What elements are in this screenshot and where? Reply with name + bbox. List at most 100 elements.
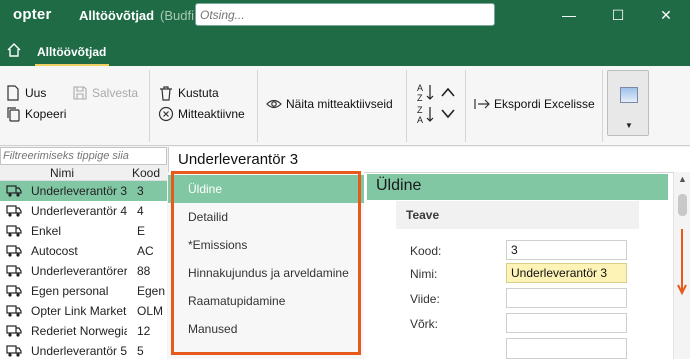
name-field[interactable]: Underleverantör 3	[506, 263, 627, 283]
tab-label: Üldine	[188, 182, 223, 196]
scroll-down-arrow-icon	[677, 229, 687, 296]
list-item[interactable]: Egen personal Egen	[0, 281, 167, 301]
tab-item[interactable]: Manused	[168, 315, 364, 343]
window-title: Alltöövõtjad	[79, 8, 155, 23]
list-item-code: 12	[137, 324, 151, 338]
chevron-up-icon[interactable]	[440, 86, 456, 98]
tab-label: Detailid	[188, 210, 229, 224]
list-item[interactable]: Rederiet Norwegia 12	[0, 321, 167, 341]
home-icon[interactable]	[6, 42, 22, 58]
close-button[interactable]: ✕	[643, 0, 689, 30]
scroll-up-icon[interactable]: ▲	[678, 174, 687, 184]
toolbar-separator	[149, 70, 150, 142]
tab-item[interactable]: Üldine	[168, 175, 364, 203]
detail-tab-list: Üldine Detailid *Emissions Hinnakujundus ja…	[168, 172, 364, 359]
x-circle-icon	[158, 106, 174, 122]
subcontractor-icon	[6, 325, 22, 337]
scrollbar-thumb[interactable]	[678, 194, 687, 216]
tab-item[interactable]: Detailid	[168, 203, 364, 231]
tab-alltoovotjad[interactable]: Alltöövõtjad	[37, 45, 106, 59]
list-item[interactable]: Opter Link Market OLM	[0, 301, 167, 321]
list-item-name: Autocost	[31, 244, 78, 258]
extra-field[interactable]	[506, 338, 627, 359]
delete-button[interactable]: Kustuta	[158, 85, 219, 101]
subcontractor-icon	[6, 285, 22, 297]
picture-icon	[620, 87, 638, 103]
export-excel-button[interactable]: Ekspordi Excelisse	[474, 96, 595, 112]
column-header-name[interactable]: Nimi	[50, 166, 74, 180]
minimize-button[interactable]: —	[546, 0, 592, 30]
inactive-label: Mitteaktiivne	[178, 107, 245, 121]
list-item-name: Rederiet Norwegia	[31, 324, 127, 338]
column-header-code[interactable]: Kood	[132, 166, 160, 180]
new-label: Uus	[25, 86, 47, 100]
toolbar-separator	[602, 70, 603, 142]
list-item-name: Enkel	[31, 224, 62, 238]
copy-label: Kopeeri	[25, 107, 67, 121]
list-item[interactable]: Underleverantör 3 3	[0, 181, 167, 201]
toolbar: Uus Salvesta Kopeeri Kustuta Mitteaktiiv…	[0, 66, 690, 146]
reference-field[interactable]	[506, 288, 627, 308]
list-header: Nimi Kood	[0, 165, 167, 181]
svg-text:Z: Z	[417, 105, 423, 115]
new-button[interactable]: Uus	[5, 85, 46, 101]
dropdown-arrow-icon: ▼	[625, 121, 633, 130]
code-field[interactable]: 3	[506, 240, 627, 260]
list-item-code: AC	[137, 244, 154, 258]
save-button[interactable]: Salvesta	[72, 85, 138, 101]
list-item[interactable]: Enkel E	[0, 221, 167, 241]
field-label-code: Kood:	[410, 244, 442, 258]
app-logo: opter	[13, 6, 52, 23]
subcontractor-icon	[6, 345, 22, 357]
list-item[interactable]: Underleverantörer 88	[0, 261, 167, 281]
subcontractor-icon	[6, 185, 22, 197]
list-item-code: OLM	[137, 304, 164, 318]
network-field[interactable]	[506, 313, 627, 333]
list-item-name: Egen personal	[31, 284, 109, 298]
subcontractor-icon	[6, 225, 22, 237]
list-item-code: E	[137, 224, 146, 238]
chevron-down-icon[interactable]	[440, 108, 456, 120]
list-item[interactable]: Underleverantör 4 4	[0, 201, 167, 221]
section-title: Üldine	[376, 177, 422, 194]
group-title: Teave	[406, 208, 440, 222]
subcontractor-list[interactable]: Underleverantör 3 3 Underleverantör 4 4 Enke…	[0, 181, 167, 359]
list-item-code: Egen	[137, 284, 165, 298]
copy-button[interactable]: Kopeeri	[5, 106, 66, 122]
maximize-button[interactable]: ☐	[595, 0, 641, 30]
export-arrow-icon	[474, 99, 490, 109]
svg-text:A: A	[417, 83, 423, 93]
list-item-name: Underleverantörer	[31, 264, 127, 278]
list-item[interactable]: Autocost AC	[0, 241, 167, 261]
view-options-button[interactable]: ▼	[607, 70, 649, 136]
list-item-name: Underleverantör 3	[31, 184, 127, 198]
section-header: Üldine	[367, 174, 668, 200]
field-label-reference: Viide:	[410, 292, 440, 306]
field-label-network: Võrk:	[410, 317, 439, 331]
detail-title: Underleverantör 3	[178, 151, 299, 168]
eye-icon	[266, 99, 282, 109]
list-item-name: Underleverantör 5	[31, 344, 127, 358]
tab-item[interactable]: Raamatupidamine	[168, 287, 364, 315]
window-subtitle: (Budfi	[160, 8, 194, 23]
tab-item[interactable]: Hinnakujundus ja arveldamine	[168, 259, 364, 287]
inactive-button[interactable]: Mitteaktiivne	[158, 106, 245, 122]
show-inactive-button[interactable]: Näita mitteaktiivseid	[266, 96, 393, 112]
save-label: Salvesta	[92, 86, 139, 100]
new-document-icon	[7, 85, 19, 101]
export-excel-label: Ekspordi Excelisse	[494, 97, 595, 111]
sort-az-icon[interactable]: A Z Z A	[416, 81, 436, 125]
tab-label: Hinnakujundus ja arveldamine	[188, 266, 349, 280]
list-item-code: 4	[137, 204, 144, 218]
subcontractor-icon	[6, 205, 22, 217]
list-item[interactable]: Underleverantör 5 5	[0, 341, 167, 359]
show-inactive-label: Näita mitteaktiivseid	[286, 97, 393, 111]
tab-label: Manused	[188, 322, 238, 336]
tab-item[interactable]: *Emissions	[168, 231, 364, 259]
tab-label: *Emissions	[188, 238, 248, 252]
list-filter-input[interactable]	[0, 147, 167, 165]
subcontractor-icon	[6, 305, 22, 317]
svg-text:A: A	[417, 115, 423, 125]
global-search-input[interactable]	[195, 3, 495, 26]
field-label-name: Nimi:	[410, 267, 438, 281]
